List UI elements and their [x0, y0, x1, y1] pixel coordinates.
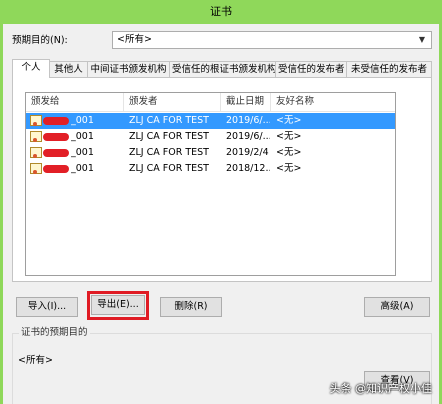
- certificate-icon: [30, 131, 42, 142]
- cell-friendly-name: <无>: [276, 147, 302, 158]
- cell-issued-to: _001: [71, 147, 94, 158]
- certificates-dialog: 证书 预期目的(N): <所有> ▼ 个人 其他人 中间证书颁发机构 受信任的根…: [0, 0, 442, 404]
- certificate-icon: [30, 115, 42, 126]
- redaction-mark: [43, 165, 69, 173]
- table-row[interactable]: _001 ZLJ CA FOR TEST 2018/12... <无>: [26, 161, 395, 177]
- cell-issuer: ZLJ CA FOR TEST: [129, 163, 209, 174]
- cell-issued-to: _001: [71, 163, 94, 174]
- window-frame-left: [0, 24, 3, 404]
- column-issued-to[interactable]: 颁发给: [26, 93, 124, 111]
- certificate-icon: [30, 147, 42, 158]
- redaction-mark: [43, 133, 69, 141]
- cell-issuer: ZLJ CA FOR TEST: [129, 115, 209, 126]
- certificate-list[interactable]: 颁发给 颁发者 截止日期 友好名称 _001 ZLJ CA FOR TEST 2…: [25, 92, 396, 276]
- column-expiration[interactable]: 截止日期: [221, 93, 271, 111]
- redaction-mark: [43, 117, 69, 125]
- redaction-mark: [43, 149, 69, 157]
- tab-intermediate-ca[interactable]: 中间证书颁发机构: [87, 61, 170, 77]
- table-row[interactable]: _001 ZLJ CA FOR TEST 2019/6/... <无>: [26, 113, 395, 129]
- cell-friendly-name: <无>: [276, 163, 302, 174]
- tab-trusted-root-ca[interactable]: 受信任的根证书颁发机构: [169, 61, 277, 77]
- cell-issuer: ZLJ CA FOR TEST: [129, 147, 209, 158]
- tab-untrusted-publishers[interactable]: 未受信任的发布者: [346, 61, 432, 77]
- export-highlight-box: [87, 291, 149, 320]
- column-issuer[interactable]: 颁发者: [124, 93, 221, 111]
- tab-trusted-publishers[interactable]: 受信任的发布者: [275, 61, 347, 77]
- dialog-title: 证书: [210, 5, 232, 18]
- table-row[interactable]: _001 ZLJ CA FOR TEST 2019/2/4 <无>: [26, 145, 395, 161]
- cell-friendly-name: <无>: [276, 115, 302, 126]
- intended-purpose-value: <所有>: [117, 34, 152, 45]
- remove-button[interactable]: 删除(R): [160, 297, 222, 317]
- advanced-button[interactable]: 高级(A): [364, 297, 430, 317]
- intended-purpose-label: 预期目的(N):: [12, 35, 68, 46]
- cell-expiration: 2019/2/4: [226, 147, 269, 158]
- tab-other-people[interactable]: 其他人: [49, 61, 88, 77]
- intended-purposes-label: 证书的预期目的: [19, 327, 90, 339]
- cell-expiration: 2019/6/...: [226, 115, 270, 126]
- cell-expiration: 2019/6/...: [226, 131, 270, 142]
- certificate-icon: [30, 163, 42, 174]
- column-friendly-name[interactable]: 友好名称: [271, 93, 395, 111]
- intended-purpose-select[interactable]: <所有> ▼: [112, 31, 432, 49]
- import-button[interactable]: 导入(I)...: [16, 297, 78, 317]
- watermark: 头条 @知识产权小佳: [329, 382, 433, 395]
- cell-expiration: 2018/12...: [226, 163, 270, 174]
- cell-issued-to: _001: [71, 131, 94, 142]
- chevron-down-icon[interactable]: ▼: [416, 32, 428, 48]
- cell-issuer: ZLJ CA FOR TEST: [129, 131, 209, 142]
- intended-purposes-value: <所有>: [18, 355, 53, 366]
- table-row[interactable]: _001 ZLJ CA FOR TEST 2019/6/... <无>: [26, 129, 395, 145]
- tab-personal[interactable]: 个人: [12, 59, 50, 78]
- cell-friendly-name: <无>: [276, 131, 302, 142]
- list-header: 颁发给 颁发者 截止日期 友好名称: [26, 93, 395, 112]
- cell-issued-to: _001: [71, 115, 94, 126]
